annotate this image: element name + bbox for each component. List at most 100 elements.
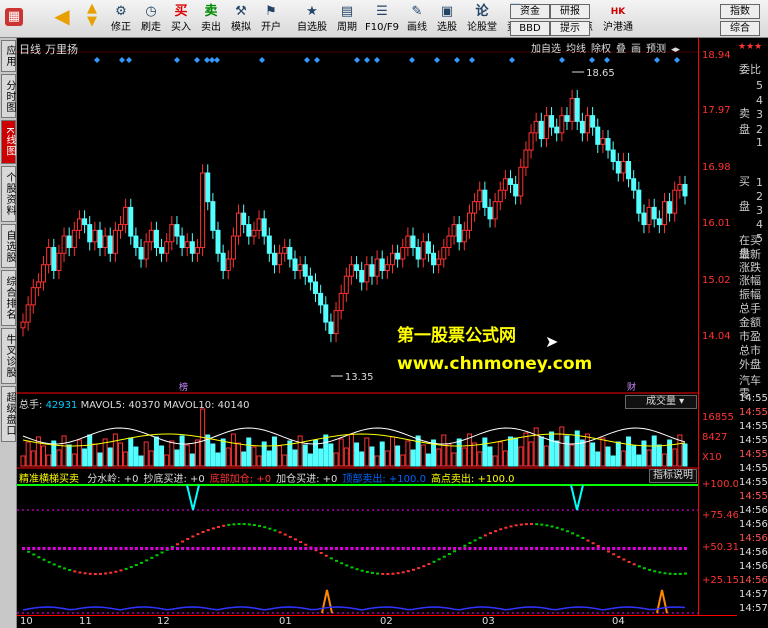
indicator-dot — [278, 531, 282, 534]
indicator-dot — [437, 558, 441, 561]
event-marker: 榜 — [179, 381, 188, 393]
candle-body — [194, 247, 200, 254]
screen-icon: ▣ — [440, 4, 454, 19]
indicator-dot — [576, 534, 580, 537]
toolbar-right-button[interactable]: 指数 — [720, 4, 760, 19]
toolbar-right-button[interactable]: BBD — [510, 21, 550, 36]
toolbar-right-button[interactable]: 研报 — [550, 4, 590, 19]
toolbar-star-button[interactable]: ★ 自选股 — [292, 2, 332, 36]
volume-bar — [97, 452, 103, 467]
indicator-dot — [335, 547, 339, 550]
tick-time: 14:56 — [739, 561, 768, 572]
candle-body — [138, 247, 144, 260]
up-arrow-button[interactable]: ▲ ▼ — [82, 2, 102, 36]
candle-body — [30, 287, 36, 306]
volume-bar — [20, 455, 26, 467]
indicator-dot — [504, 526, 508, 529]
candle-body — [543, 115, 549, 140]
volume-bar — [523, 432, 529, 467]
toolbar-chat-button[interactable]: 论论股堂 — [462, 2, 502, 36]
toolbar-calendar-button[interactable]: ▤ 周期 — [332, 2, 362, 36]
candle-body — [538, 120, 544, 140]
indicator-help-button[interactable]: 指标说明 — [649, 469, 697, 483]
expand-icon[interactable]: ◂▸ — [671, 45, 680, 55]
indicator-dot — [186, 537, 190, 540]
indicator-dot — [447, 553, 451, 556]
volume-bar — [266, 450, 272, 467]
indicator-dot — [478, 547, 482, 550]
left-tab[interactable]: 牛叉诊股 — [1, 328, 16, 384]
indicator-dot — [612, 547, 616, 550]
chart-canvas[interactable]: 18.65 13.35 榜 财 — [17, 38, 698, 618]
depth-level: 5 — [756, 232, 763, 245]
toolbar-screen-button[interactable]: ▣ 选股 — [432, 2, 462, 36]
toolbar-hammer-button[interactable]: ⚒ 模拟 — [226, 2, 256, 36]
menu-icon[interactable]: ▦ — [2, 2, 26, 36]
back-button[interactable]: ◀ — [48, 2, 76, 36]
chart-top-button[interactable]: 叠 — [616, 44, 626, 55]
left-tab[interactable]: 分时图 — [1, 74, 16, 118]
volume-bar — [359, 451, 365, 467]
indicator-dot — [191, 535, 195, 538]
volume-bar — [374, 455, 380, 467]
chart-top-button[interactable]: 加自选 — [531, 44, 561, 55]
toolbar-right-button[interactable]: 提示 — [550, 21, 590, 36]
indicator-dropdown[interactable]: 成交量 ▾ — [625, 395, 697, 409]
candle-body — [631, 178, 637, 191]
left-tab[interactable]: 自选股 — [1, 224, 16, 268]
toolbar-right-button[interactable]: 综合 — [720, 21, 760, 36]
toolbar-gear-button[interactable]: ⚙ 修正 — [106, 2, 136, 36]
toolbar-pencil-button[interactable]: ✎ 画线 — [402, 2, 432, 36]
volume-bar — [554, 440, 560, 467]
left-tab[interactable]: 超级盘口 — [1, 386, 16, 442]
toolbar-right-button[interactable]: 资金 — [510, 4, 550, 19]
volume-label: 总手: — [19, 400, 43, 411]
volume-bar — [56, 449, 62, 467]
indicator-dot — [170, 547, 174, 550]
toolbar-clock-button[interactable]: ◷ 刷走 — [136, 2, 166, 36]
depth-level: 1 — [756, 136, 763, 149]
indicator-dot — [129, 547, 133, 550]
left-tab[interactable]: 综合排名 — [1, 270, 16, 326]
indicator-item: 顶部卖出: +100.0 — [342, 474, 426, 485]
left-tab[interactable]: 应用 — [1, 40, 16, 72]
tick-time: 14:57 — [739, 603, 768, 614]
indicator-dot — [396, 572, 400, 575]
toolbar-f10-button[interactable]: ☰ F10/F9 — [362, 2, 402, 36]
volume-bar — [559, 426, 565, 467]
chart-top-button[interactable]: 除权 — [591, 44, 611, 55]
left-tab[interactable]: 个股资料 — [1, 166, 16, 222]
candle-body — [487, 206, 493, 220]
indicator-dot — [335, 559, 339, 562]
indicator-dot — [447, 547, 451, 550]
indicator-dot — [540, 523, 544, 526]
toolbar-buy-button[interactable]: 买买入 — [166, 2, 196, 36]
indicator-dot — [109, 571, 113, 574]
indicator-dot — [381, 547, 385, 550]
candle-body — [389, 252, 395, 266]
indicator-item: 抄底买进: +0 — [143, 474, 205, 485]
month-label: 12 — [157, 616, 170, 627]
toolbar-flag-button[interactable]: ⚑ 开户 — [256, 2, 286, 36]
volume-bar — [277, 445, 283, 467]
chart-top-button[interactable]: 画 — [631, 44, 641, 55]
calendar-icon: ▤ — [340, 4, 354, 19]
chart-top-button[interactable]: 预测 — [646, 44, 666, 55]
indicator-dot — [324, 554, 328, 557]
volume-bar — [251, 446, 257, 467]
chart-top-button[interactable]: 均线 — [566, 44, 586, 55]
left-tab[interactable]: K线图 — [1, 120, 16, 164]
kline-chart-area[interactable]: 18.65 13.35 榜 财 日线 万里扬 加自选 均线 除权叠画预测 ◂▸ 总手: 42… — [17, 38, 698, 618]
indicator-dot — [432, 547, 436, 550]
indicator-dot — [673, 572, 677, 575]
toolbar-sell-button[interactable]: 卖卖出 — [196, 2, 226, 36]
volume-bar — [492, 455, 498, 467]
watermark-title: 第一股票公式网 — [397, 326, 516, 346]
toolbar-hk-button[interactable]: HK 沪港通 — [598, 2, 638, 36]
candle-body — [256, 218, 262, 231]
indicator-dot — [201, 531, 205, 534]
indicator-dot — [607, 547, 611, 550]
candle-body — [148, 229, 154, 243]
volume-bar — [92, 443, 98, 467]
indicator-dot — [63, 547, 67, 550]
